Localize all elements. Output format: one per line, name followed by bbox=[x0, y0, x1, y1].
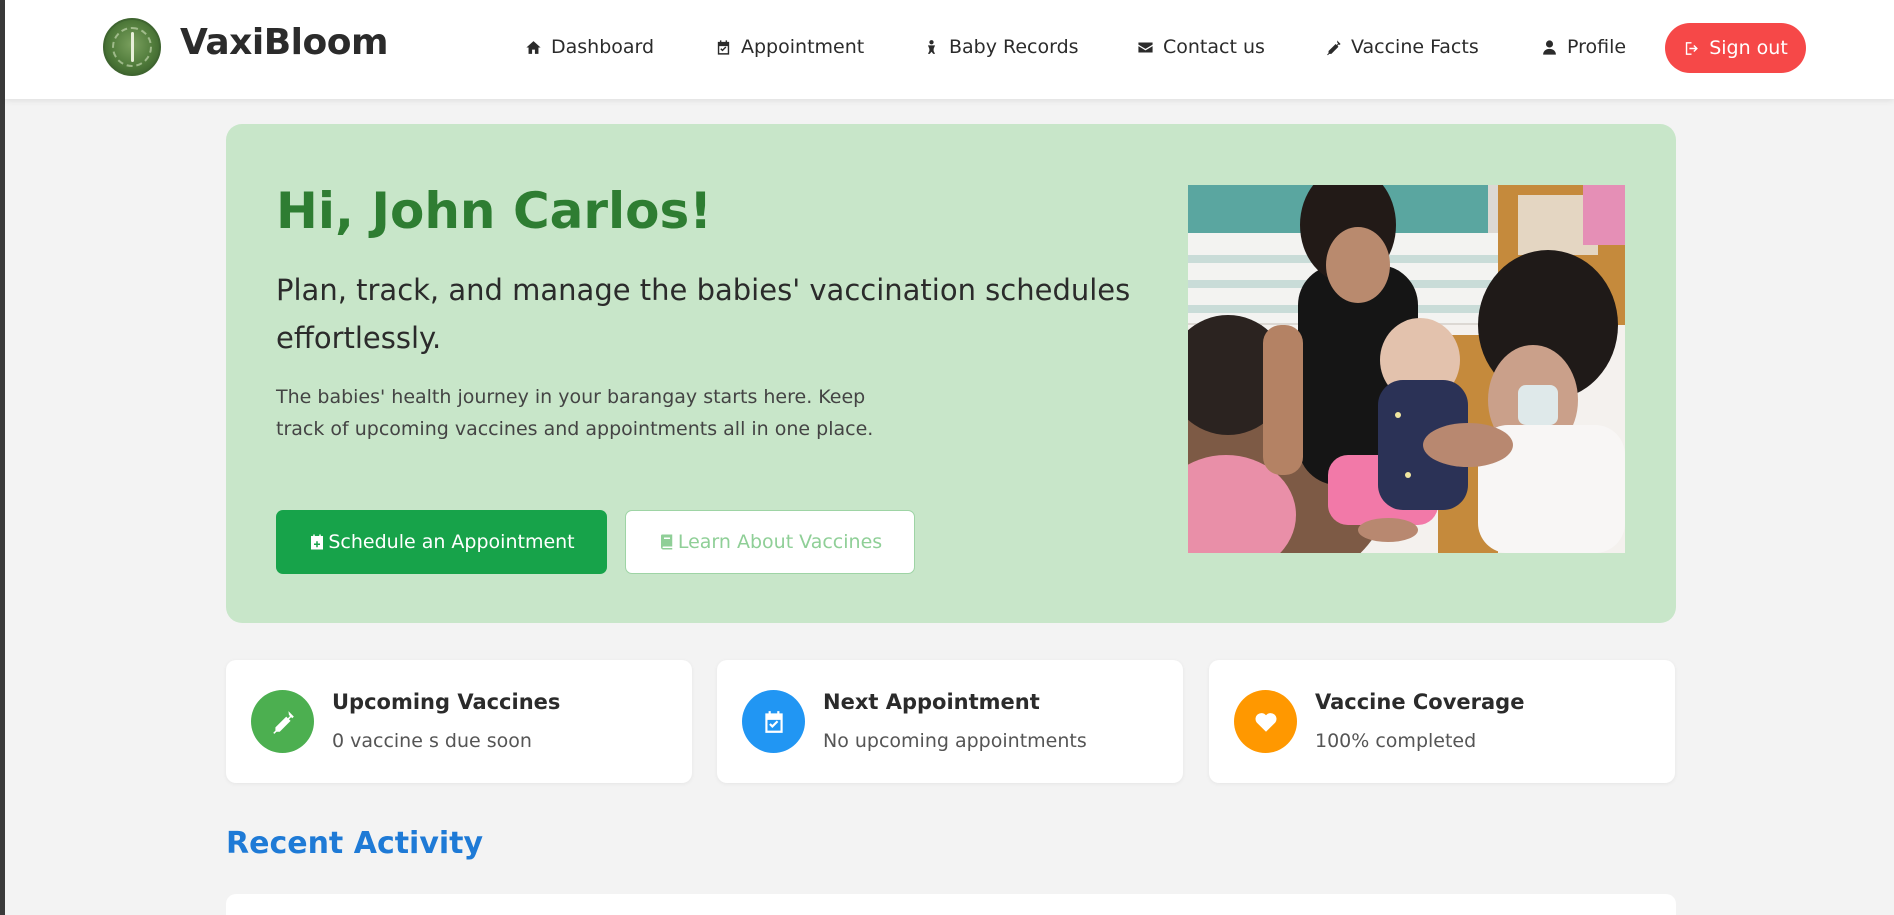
sign-out-icon bbox=[1686, 41, 1699, 55]
syringe-icon bbox=[1327, 39, 1341, 55]
envelope-icon bbox=[1138, 42, 1153, 52]
baby-icon bbox=[927, 39, 936, 54]
user-icon bbox=[1543, 39, 1556, 55]
syringe-icon bbox=[251, 690, 314, 753]
card-text: No upcoming appointments bbox=[823, 730, 1087, 752]
card-text: 100% completed bbox=[1315, 730, 1477, 752]
card-title: Vaccine Coverage bbox=[1315, 690, 1525, 714]
nav-appointment[interactable]: Appointment bbox=[715, 34, 864, 60]
learn-vaccines-button[interactable]: Learn About Vaccines bbox=[625, 510, 915, 574]
nav-dashboard[interactable]: Dashboard bbox=[525, 34, 654, 60]
book-icon bbox=[660, 534, 673, 550]
nav-baby-records[interactable]: Baby Records bbox=[923, 34, 1079, 60]
calendar-check-icon bbox=[717, 39, 730, 55]
nav-vaccine-facts-label: Vaccine Facts bbox=[1351, 36, 1479, 58]
vaccine-coverage-card[interactable]: Vaccine Coverage 100% completed bbox=[1209, 660, 1675, 783]
card-title: Upcoming Vaccines bbox=[332, 690, 561, 714]
calendar-plus-icon bbox=[311, 534, 324, 550]
card-text: 0 vaccine s due soon bbox=[332, 730, 532, 752]
hero-subtitle: Plan, track, and manage the babies' vacc… bbox=[276, 273, 1131, 355]
nav-appointment-label: Appointment bbox=[741, 36, 865, 58]
next-appointment-card[interactable]: Next Appointment No upcoming appointment… bbox=[717, 660, 1183, 783]
vaccination-photo bbox=[1188, 185, 1625, 553]
nav-profile-label: Profile bbox=[1567, 36, 1627, 58]
sign-out-label: Sign out bbox=[1709, 37, 1788, 59]
nav-baby-records-label: Baby Records bbox=[949, 36, 1079, 58]
schedule-appointment-label: Schedule an Appointment bbox=[328, 531, 575, 553]
nav-vaccine-facts[interactable]: Vaccine Facts bbox=[1325, 34, 1479, 60]
hero-description: The babies' health journey in your baran… bbox=[276, 386, 874, 440]
recent-activity-panel bbox=[226, 894, 1676, 915]
vaxibloom-logo[interactable] bbox=[103, 18, 161, 76]
welcome-hero: Hi, John Carlos! Plan, track, and manage… bbox=[226, 124, 1676, 623]
nav-contact-us-label: Contact us bbox=[1163, 36, 1265, 58]
brand-name[interactable]: VaxiBloom bbox=[180, 22, 389, 63]
recent-activity-heading: Recent Activity bbox=[226, 826, 484, 861]
schedule-appointment-button[interactable]: Schedule an Appointment bbox=[276, 510, 607, 574]
home-icon bbox=[526, 40, 541, 54]
nav-contact-us[interactable]: Contact us bbox=[1137, 34, 1265, 60]
window-edge bbox=[0, 0, 5, 915]
learn-vaccines-label: Learn About Vaccines bbox=[677, 531, 883, 553]
greeting-heading: Hi, John Carlos! bbox=[276, 182, 713, 240]
sign-out-button[interactable]: Sign out bbox=[1665, 23, 1806, 73]
heart-icon bbox=[1234, 690, 1297, 753]
card-title: Next Appointment bbox=[823, 690, 1040, 714]
nav-dashboard-label: Dashboard bbox=[551, 36, 655, 58]
top-navbar: VaxiBloom Dashboard Appointment Baby Rec… bbox=[5, 0, 1894, 99]
upcoming-vaccines-card[interactable]: Upcoming Vaccines 0 vaccine s due soon bbox=[226, 660, 692, 783]
nav-profile[interactable]: Profile bbox=[1541, 34, 1626, 60]
calendar-check-icon bbox=[742, 690, 805, 753]
